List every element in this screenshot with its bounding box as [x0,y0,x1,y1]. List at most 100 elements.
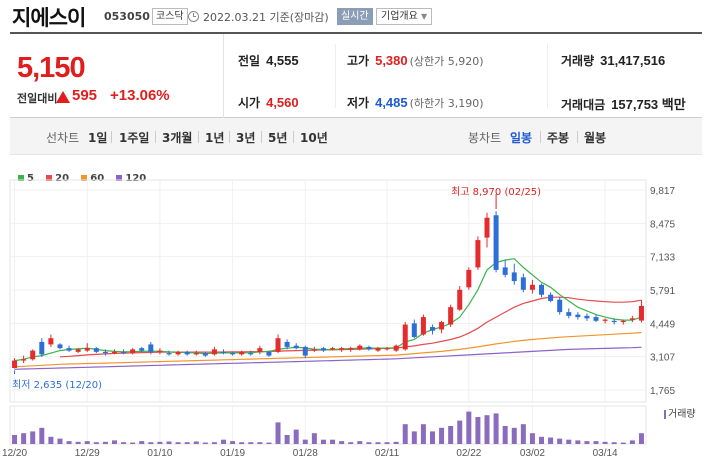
volume-bar [429,431,435,444]
prev-close: 전일 4,555 [238,53,299,68]
volume-bar [221,439,227,444]
volume-bar [439,427,445,444]
x-tick-label: 01/10 [147,448,172,459]
candle-daily[interactable]: 일봉 [510,129,532,146]
volume-bar [539,436,545,444]
volume-bar [93,442,99,444]
min-price-label: 최저 2,635 (12/20) [12,379,102,391]
candle-body [148,344,154,352]
volume-bar [248,442,254,444]
volume-bar [102,441,108,444]
volume-bar [575,440,581,444]
volume-bar [75,441,81,444]
candle-body [139,348,145,351]
volume-bar [211,442,217,444]
stock-code: 053050 [104,10,150,23]
volume-bar [57,438,63,444]
price-area: 5,150 전일대비 595 +13.06% [10,34,224,118]
candle-body [111,351,117,354]
company-overview-dropdown[interactable]: 기업개요 ▼ [376,8,433,25]
x-tick-label: 02/22 [456,448,481,459]
price-chart[interactable]: 9,817 8,475 7,133 5,791 4,449 3,107 1,765 12/20… [0,160,710,466]
volume-bar [302,439,308,444]
candle-body [511,272,517,282]
candle-body [557,299,563,313]
volume-bar [611,442,617,444]
candle-body [539,284,545,295]
period-1y[interactable]: 1년 [205,129,224,146]
candle-body [248,353,254,355]
volume-bar [366,442,372,444]
change-label: 전일대비 [17,92,58,105]
candle-weekly[interactable]: 주봉 [547,129,569,146]
candle-body [266,351,272,356]
y-tick-label: 4,449 [650,319,675,330]
quote-panel: 5,150 전일대비 595 +13.06% 전일 4,555 고가 5,380 (상… [10,32,702,118]
candle-body [84,348,90,351]
candle-body [620,320,626,323]
volume-bar [284,435,290,444]
candle-body [475,240,481,268]
candle-body [311,349,317,351]
candle-body [584,315,590,319]
chevron-down-icon: ▼ [421,12,428,21]
candle-body [448,307,454,325]
volume-bar [620,442,626,444]
stock-name: 지에스이 [12,6,86,30]
candle-body [184,351,190,355]
volume-bar [520,424,526,444]
period-10y[interactable]: 10년 [300,129,328,146]
candle-body [257,348,263,352]
volume-legend: 거래량 [664,405,696,420]
period-1d[interactable]: 1일 [88,129,107,146]
volume-bar [275,422,281,444]
candle-body [348,348,354,350]
candle-body [239,351,245,355]
volume-bar [511,427,517,444]
volume-bar [166,441,172,444]
candle-body [520,277,526,290]
realtime-button[interactable]: 실시간 [337,8,373,25]
volume-bar [393,441,399,444]
volume-bar [202,442,208,444]
candle-body [211,349,217,355]
volume-bar [638,433,644,444]
candle-body [66,348,72,351]
candle-body [193,353,199,355]
volume-bar [193,441,199,444]
candle-body [602,319,608,321]
volume-bar [339,441,345,444]
volume-bar [266,442,272,444]
candle-body [593,317,599,321]
candle-body [466,269,472,288]
candle-body [457,289,463,310]
volume-bar [384,442,390,444]
period-5y[interactable]: 5년 [268,129,287,146]
candle-body [102,351,108,354]
day-high: 고가 5,380 (상한가 5,920) [347,53,484,68]
candle-body [493,215,499,270]
volume-bar [466,411,472,444]
candle-body [293,345,299,349]
candle-body [357,345,363,350]
y-tick-label: 7,133 [650,253,675,264]
period-3y[interactable]: 3년 [236,129,255,146]
ma5-line [14,258,642,362]
volume-bar [330,439,336,444]
candle-body [48,338,54,345]
volume-bar [311,433,317,444]
x-tick-label: 02/11 [375,448,400,459]
candle-body [202,353,208,356]
clock-icon [188,11,199,22]
plot-frame [9,179,647,403]
volume-bar [239,442,245,444]
volume-bar [548,437,554,444]
trade-amount: 거래대금 157,753 백만 [561,97,686,112]
volume-bar [66,441,72,444]
candle-body [529,284,535,290]
period-3m[interactable]: 3개월 [162,129,192,146]
period-1w[interactable]: 1주일 [119,129,149,146]
divider [540,131,541,143]
candle-monthly[interactable]: 월봉 [584,129,606,146]
candle-body [130,349,136,354]
